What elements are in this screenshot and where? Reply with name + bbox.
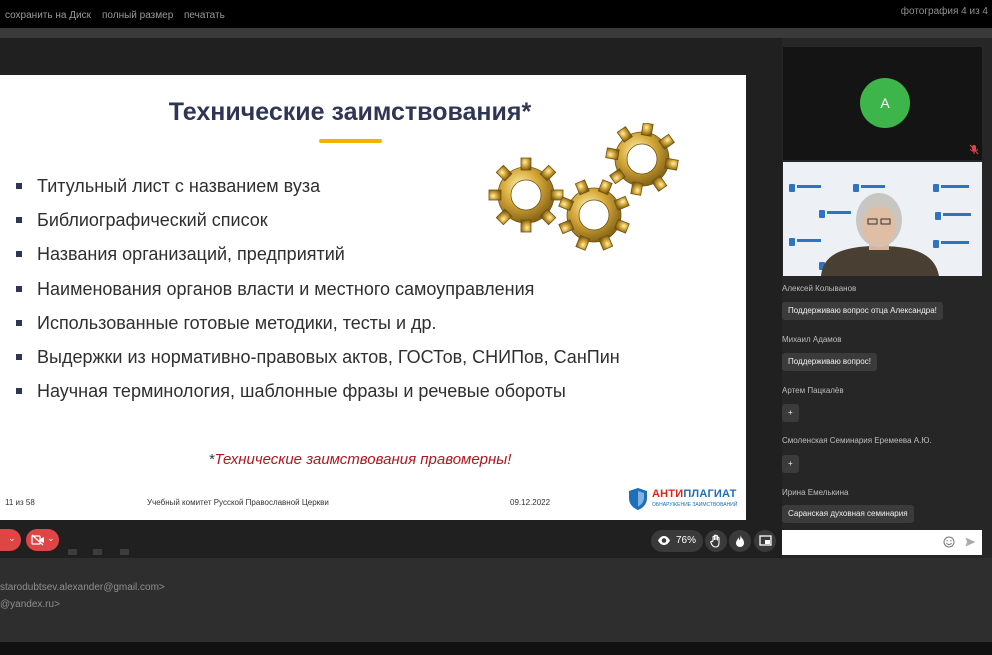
- eye-icon: [658, 536, 670, 545]
- legal-note: *Технические заимствования правомерны!: [0, 451, 720, 468]
- bullet-item: Научная терминология, шаблонные фразы и …: [14, 380, 694, 414]
- toolbar-button-placeholder[interactable]: [93, 549, 102, 555]
- mic-muted-icon: [969, 144, 979, 155]
- mic-toggle-button[interactable]: ⌄: [0, 529, 21, 551]
- chat-author: Артем Пацкалёв: [782, 386, 844, 395]
- chat-author: Ирина Емелькина: [782, 488, 849, 497]
- shield-icon: [629, 488, 647, 510]
- camera-off-icon: [31, 534, 44, 546]
- chat-author: Смоленская Семинария Еремеева А.Ю.: [782, 436, 932, 445]
- avatar: А: [860, 78, 910, 128]
- antiplagiat-logo: АНТИПЛАГИАТ ОБНАРУЖЕНИЕ ЗАИМСТВОВАНИЙ: [628, 487, 740, 513]
- brand-tagline: ОБНАРУЖЕНИЕ ЗАИМСТВОВАНИЙ: [652, 502, 738, 508]
- bullet-text: Названия организаций, предприятий: [37, 244, 345, 265]
- bullet-text: Научная терминология, шаблонные фразы и …: [37, 381, 566, 402]
- bullet-text: Выдержки из нормативно-правовых актов, Г…: [37, 346, 620, 367]
- flame-icon: [736, 535, 744, 547]
- presentation-slide: Технические заимствования* Титульный лис…: [0, 75, 746, 520]
- email-area: [0, 558, 992, 655]
- bullet-marker-icon: [16, 319, 22, 326]
- legal-note-text: Технические заимствования правомерны!: [214, 451, 512, 468]
- reactions-button[interactable]: [729, 530, 751, 552]
- chat-author: Алексей Колыванов: [782, 284, 857, 293]
- slide-organization: Учебный комитет Русской Православной Цер…: [147, 498, 329, 507]
- bullet-marker-icon: [16, 388, 22, 395]
- toolbar-divider: [0, 28, 992, 38]
- slide-page-number: 11 из 58: [5, 498, 35, 507]
- title-underline: [319, 139, 382, 143]
- bullet-text: Библиографический список: [37, 210, 268, 231]
- chat-message: Поддерживаю вопрос отца Александра!: [782, 302, 943, 320]
- picture-in-picture-button[interactable]: [754, 530, 776, 552]
- slide-date: 09.12.2022: [510, 498, 551, 507]
- email-recipient: @yandex.ru>: [0, 599, 60, 610]
- brand-name-rest: ПЛАГИАТ: [683, 488, 737, 500]
- bullet-item: Выдержки из нормативно-правовых актов, Г…: [14, 346, 694, 380]
- chat-message: +: [782, 455, 799, 473]
- toolbar-button-placeholder[interactable]: [120, 549, 129, 555]
- bullet-marker-icon: [16, 353, 22, 360]
- save-to-disk-link[interactable]: сохранить на Диск: [5, 10, 91, 21]
- chat-author: Михаил Адамов: [782, 335, 842, 344]
- zoom-value: 76%: [676, 535, 697, 546]
- toolbar-button-placeholder[interactable]: [68, 549, 77, 555]
- chevron-down-icon[interactable]: ⌄: [47, 533, 55, 544]
- bullet-text: Титульный лист с названием вуза: [37, 176, 321, 196]
- emoji-icon[interactable]: [943, 536, 955, 548]
- screen: сохранить на Диск полный размер печатать…: [0, 0, 992, 655]
- image-viewer-toolbar: сохранить на Диск полный размер печатать…: [0, 0, 992, 28]
- photo-counter: фотография 4 из 4: [900, 6, 988, 17]
- chat-message: Поддерживаю вопрос!: [782, 353, 877, 371]
- camera-toggle-button[interactable]: ⌄: [26, 529, 59, 551]
- picture-in-picture-icon: [759, 535, 772, 546]
- hand-icon: [710, 534, 720, 548]
- bullet-marker-icon: [16, 217, 22, 224]
- bullet-marker-icon: [16, 251, 22, 258]
- chat-message: +: [782, 404, 799, 422]
- speaker-video-image: [783, 162, 982, 276]
- print-link[interactable]: печатать: [184, 10, 225, 21]
- chevron-down-icon[interactable]: ⌄: [8, 533, 16, 544]
- participant-video[interactable]: [783, 162, 982, 276]
- slide-footer: 11 из 58 Учебный комитет Русской Правосл…: [0, 480, 746, 520]
- brand-name: АНТИПЛАГИАТ: [652, 488, 737, 500]
- chat-input[interactable]: [782, 530, 982, 555]
- email-recipient: starodubtsev.alexander@gmail.com>: [0, 582, 165, 593]
- bullet-text: Наименования органов власти и местного с…: [37, 278, 535, 299]
- chat-message: Саранская духовная семинария: [782, 505, 914, 523]
- gears-illustration: [488, 123, 679, 251]
- brand-name-prefix: АНТИ: [652, 488, 684, 500]
- zoom-control[interactable]: 76%: [651, 530, 703, 552]
- bullet-text: Использованные готовые методики, тесты и…: [37, 312, 437, 333]
- bullet-marker-icon: [16, 183, 22, 189]
- bullet-marker-icon: [16, 285, 22, 292]
- participant-tile[interactable]: А: [783, 47, 982, 160]
- full-size-link[interactable]: полный размер: [102, 10, 173, 21]
- bullet-item: Наименования органов власти и местного с…: [14, 278, 694, 312]
- bottom-bar: [0, 642, 992, 655]
- raise-hand-button[interactable]: [705, 530, 727, 552]
- send-icon[interactable]: [965, 537, 976, 547]
- bullet-item: Использованные готовые методики, тесты и…: [14, 312, 694, 346]
